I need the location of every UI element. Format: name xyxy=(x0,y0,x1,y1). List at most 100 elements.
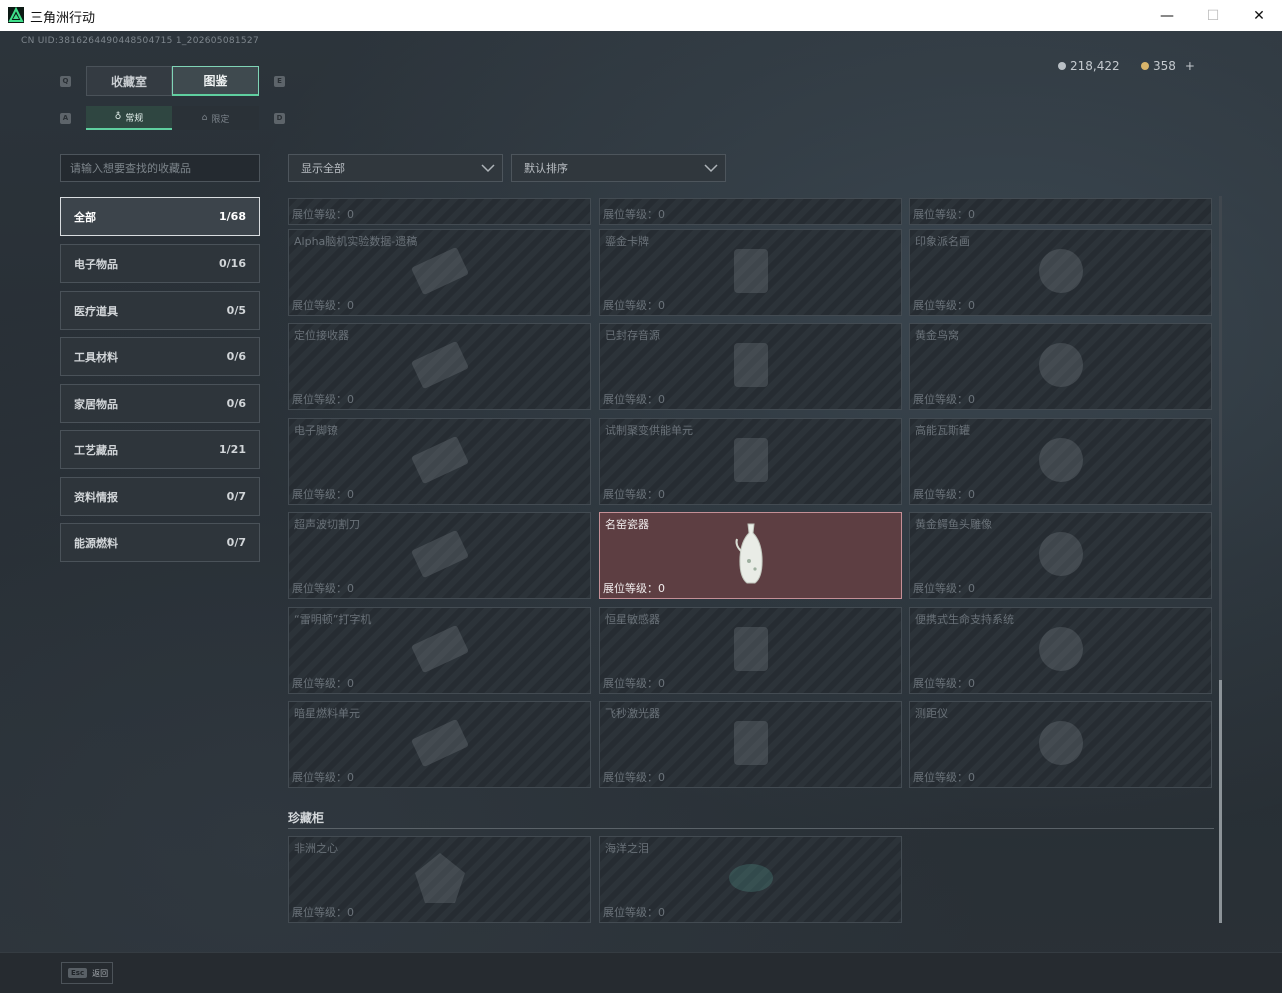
item-name: 印象派名画 xyxy=(915,235,970,248)
collection-card[interactable]: 展位等级：0 xyxy=(599,198,902,225)
collection-card[interactable]: 测距仪 展位等级：0 xyxy=(909,701,1212,788)
app-logo-icon xyxy=(8,7,24,23)
category-item[interactable]: 工艺藏品 1/21 xyxy=(60,430,260,469)
category-label: 资料情报 xyxy=(74,490,118,504)
item-image xyxy=(716,713,786,777)
collection-card[interactable]: 飞秒激光器 展位等级：0 xyxy=(599,701,902,788)
item-name: “雷明顿”打字机 xyxy=(294,613,372,626)
grid-scrollbar[interactable] xyxy=(1219,196,1222,923)
tab-atlas-label: 图鉴 xyxy=(203,74,228,88)
category-count: 0/6 xyxy=(226,397,246,410)
collection-card[interactable]: 印象派名画 展位等级：0 xyxy=(909,229,1212,316)
close-button[interactable]: ✕ xyxy=(1236,0,1282,31)
item-image xyxy=(1026,335,1096,399)
item-level: 展位等级：0 xyxy=(603,393,665,406)
category-count: 1/21 xyxy=(219,443,246,456)
item-image xyxy=(1026,524,1096,588)
category-item[interactable]: 能源燃料 0/7 xyxy=(60,523,260,562)
close-icon: ✕ xyxy=(1253,7,1265,24)
item-name: 非洲之心 xyxy=(294,842,338,855)
item-name: 高能瓦斯罐 xyxy=(915,424,970,437)
item-image xyxy=(716,241,786,305)
collection-card[interactable]: 已封存音源展位等级：0 xyxy=(599,323,902,410)
coin-amount: 218,422 xyxy=(1070,59,1120,73)
category-count: 0/7 xyxy=(226,536,246,549)
collection-card[interactable]: 定位接收器展位等级：0 xyxy=(288,323,591,410)
item-image xyxy=(716,848,786,912)
item-level: 展位等级：0 xyxy=(603,677,665,690)
maximize-icon: ☐ xyxy=(1206,7,1220,24)
item-level: 展位等级：0 xyxy=(913,208,975,221)
collection-card[interactable]: 便携式生命支持系统 展位等级：0 xyxy=(909,607,1212,694)
collection-card[interactable]: 试制聚变供能单元 展位等级：0 xyxy=(599,418,902,505)
cabinet-card[interactable]: 非洲之心展位等级：0 xyxy=(288,836,591,923)
item-name: 测距仪 xyxy=(915,707,948,720)
category-item[interactable]: 工具材料 0/6 xyxy=(60,337,260,376)
gem-icon xyxy=(1141,62,1149,70)
item-name: 定位接收器 xyxy=(294,329,349,342)
item-image xyxy=(405,241,475,305)
collection-card[interactable]: 名窑瓷器 展位等级：0 xyxy=(599,512,902,599)
collection-card[interactable]: 黄金鸟窝 展位等级：0 xyxy=(909,323,1212,410)
category-label: 医疗道具 xyxy=(74,304,118,318)
category-item[interactable]: 资料情报 0/7 xyxy=(60,477,260,516)
category-label: 工艺藏品 xyxy=(74,443,118,457)
window-title: 三角洲行动 xyxy=(30,11,96,26)
minimize-button[interactable]: — xyxy=(1144,0,1190,31)
item-level: 展位等级：0 xyxy=(292,393,354,406)
category-label: 家居物品 xyxy=(74,397,118,411)
back-label: 返回 xyxy=(92,968,109,978)
filter-dropdown[interactable]: 显示全部 xyxy=(288,154,503,182)
coin-balance: 218,422 xyxy=(1058,59,1120,73)
chevron-down-icon xyxy=(481,164,495,173)
collection-card[interactable]: 恒星敏感器 展位等级：0 xyxy=(599,607,902,694)
collection-card[interactable]: 黄金鳄鱼头雕像 展位等级：0 xyxy=(909,512,1212,599)
category-item[interactable]: 医疗道具 0/5 xyxy=(60,291,260,330)
collection-card[interactable]: 超声波切割刀 展位等级：0 xyxy=(288,512,591,599)
item-image xyxy=(405,524,475,588)
collection-card[interactable]: Alpha脑机实验数据-遗稿 展位等级：0 xyxy=(288,229,591,316)
item-level: 展位等级：0 xyxy=(603,582,665,595)
tab-collection[interactable]: 收藏室 xyxy=(86,66,172,96)
category-item[interactable]: 电子物品 0/16 xyxy=(60,244,260,283)
footer-bar: Esc 返回 xyxy=(0,952,1282,993)
back-button[interactable]: Esc 返回 xyxy=(61,962,113,984)
collection-card[interactable]: 鎏金卡牌 展位等级：0 xyxy=(599,229,902,316)
category-label: 电子物品 xyxy=(74,257,118,271)
collection-card[interactable]: 暗星燃料单元 展位等级：0 xyxy=(288,701,591,788)
sort-dropdown[interactable]: 默认排序 xyxy=(511,154,726,182)
category-count: 1/68 xyxy=(219,210,246,223)
maximize-button[interactable]: ☐ xyxy=(1190,0,1236,31)
tab-atlas[interactable]: 图鉴 xyxy=(172,66,259,96)
item-level: 展位等级：0 xyxy=(292,582,354,595)
subtab-regular[interactable]: ♁ 常规 xyxy=(86,106,172,130)
item-image xyxy=(1026,619,1096,683)
item-level: 展位等级：0 xyxy=(603,488,665,501)
category-item[interactable]: 全部 1/68 xyxy=(60,197,260,236)
item-name: 已封存音源 xyxy=(605,329,660,342)
item-image xyxy=(405,713,475,777)
category-count: 0/5 xyxy=(226,304,246,317)
item-name: 黄金鸟窝 xyxy=(915,329,959,342)
subtab-limited[interactable]: ⌂ 限定 xyxy=(172,106,259,130)
cabinet-card[interactable]: 海洋之泪 展位等级：0 xyxy=(599,836,902,923)
collection-card[interactable]: 电子脚镣 展位等级：0 xyxy=(288,418,591,505)
item-name: 试制聚变供能单元 xyxy=(605,424,693,437)
esc-key-hint: Esc xyxy=(68,968,88,978)
item-level: 展位等级：0 xyxy=(603,208,665,221)
collection-card[interactable]: “雷明顿”打字机 展位等级：0 xyxy=(288,607,591,694)
coin-icon xyxy=(1058,62,1066,70)
item-image xyxy=(1026,241,1096,305)
collection-grid[interactable]: 展位等级：0 展位等级：0 展位等级：0 Alpha脑机实验数据-遗稿 展位等级：0 鎏金… xyxy=(288,196,1214,923)
collection-card[interactable]: 展位等级：0 xyxy=(909,198,1212,225)
collection-card[interactable]: 展位等级：0 xyxy=(288,198,591,225)
item-image xyxy=(1026,430,1096,494)
section-divider xyxy=(288,828,1214,829)
category-item[interactable]: 家居物品 0/6 xyxy=(60,384,260,423)
item-level: 展位等级：0 xyxy=(292,906,354,919)
add-currency-button[interactable]: + xyxy=(1185,59,1195,73)
scrollbar-thumb[interactable] xyxy=(1219,680,1222,923)
search-input[interactable]: 请输入想要查找的收藏品 xyxy=(60,154,260,182)
item-image xyxy=(733,521,769,591)
collection-card[interactable]: 高能瓦斯罐 展位等级：0 xyxy=(909,418,1212,505)
